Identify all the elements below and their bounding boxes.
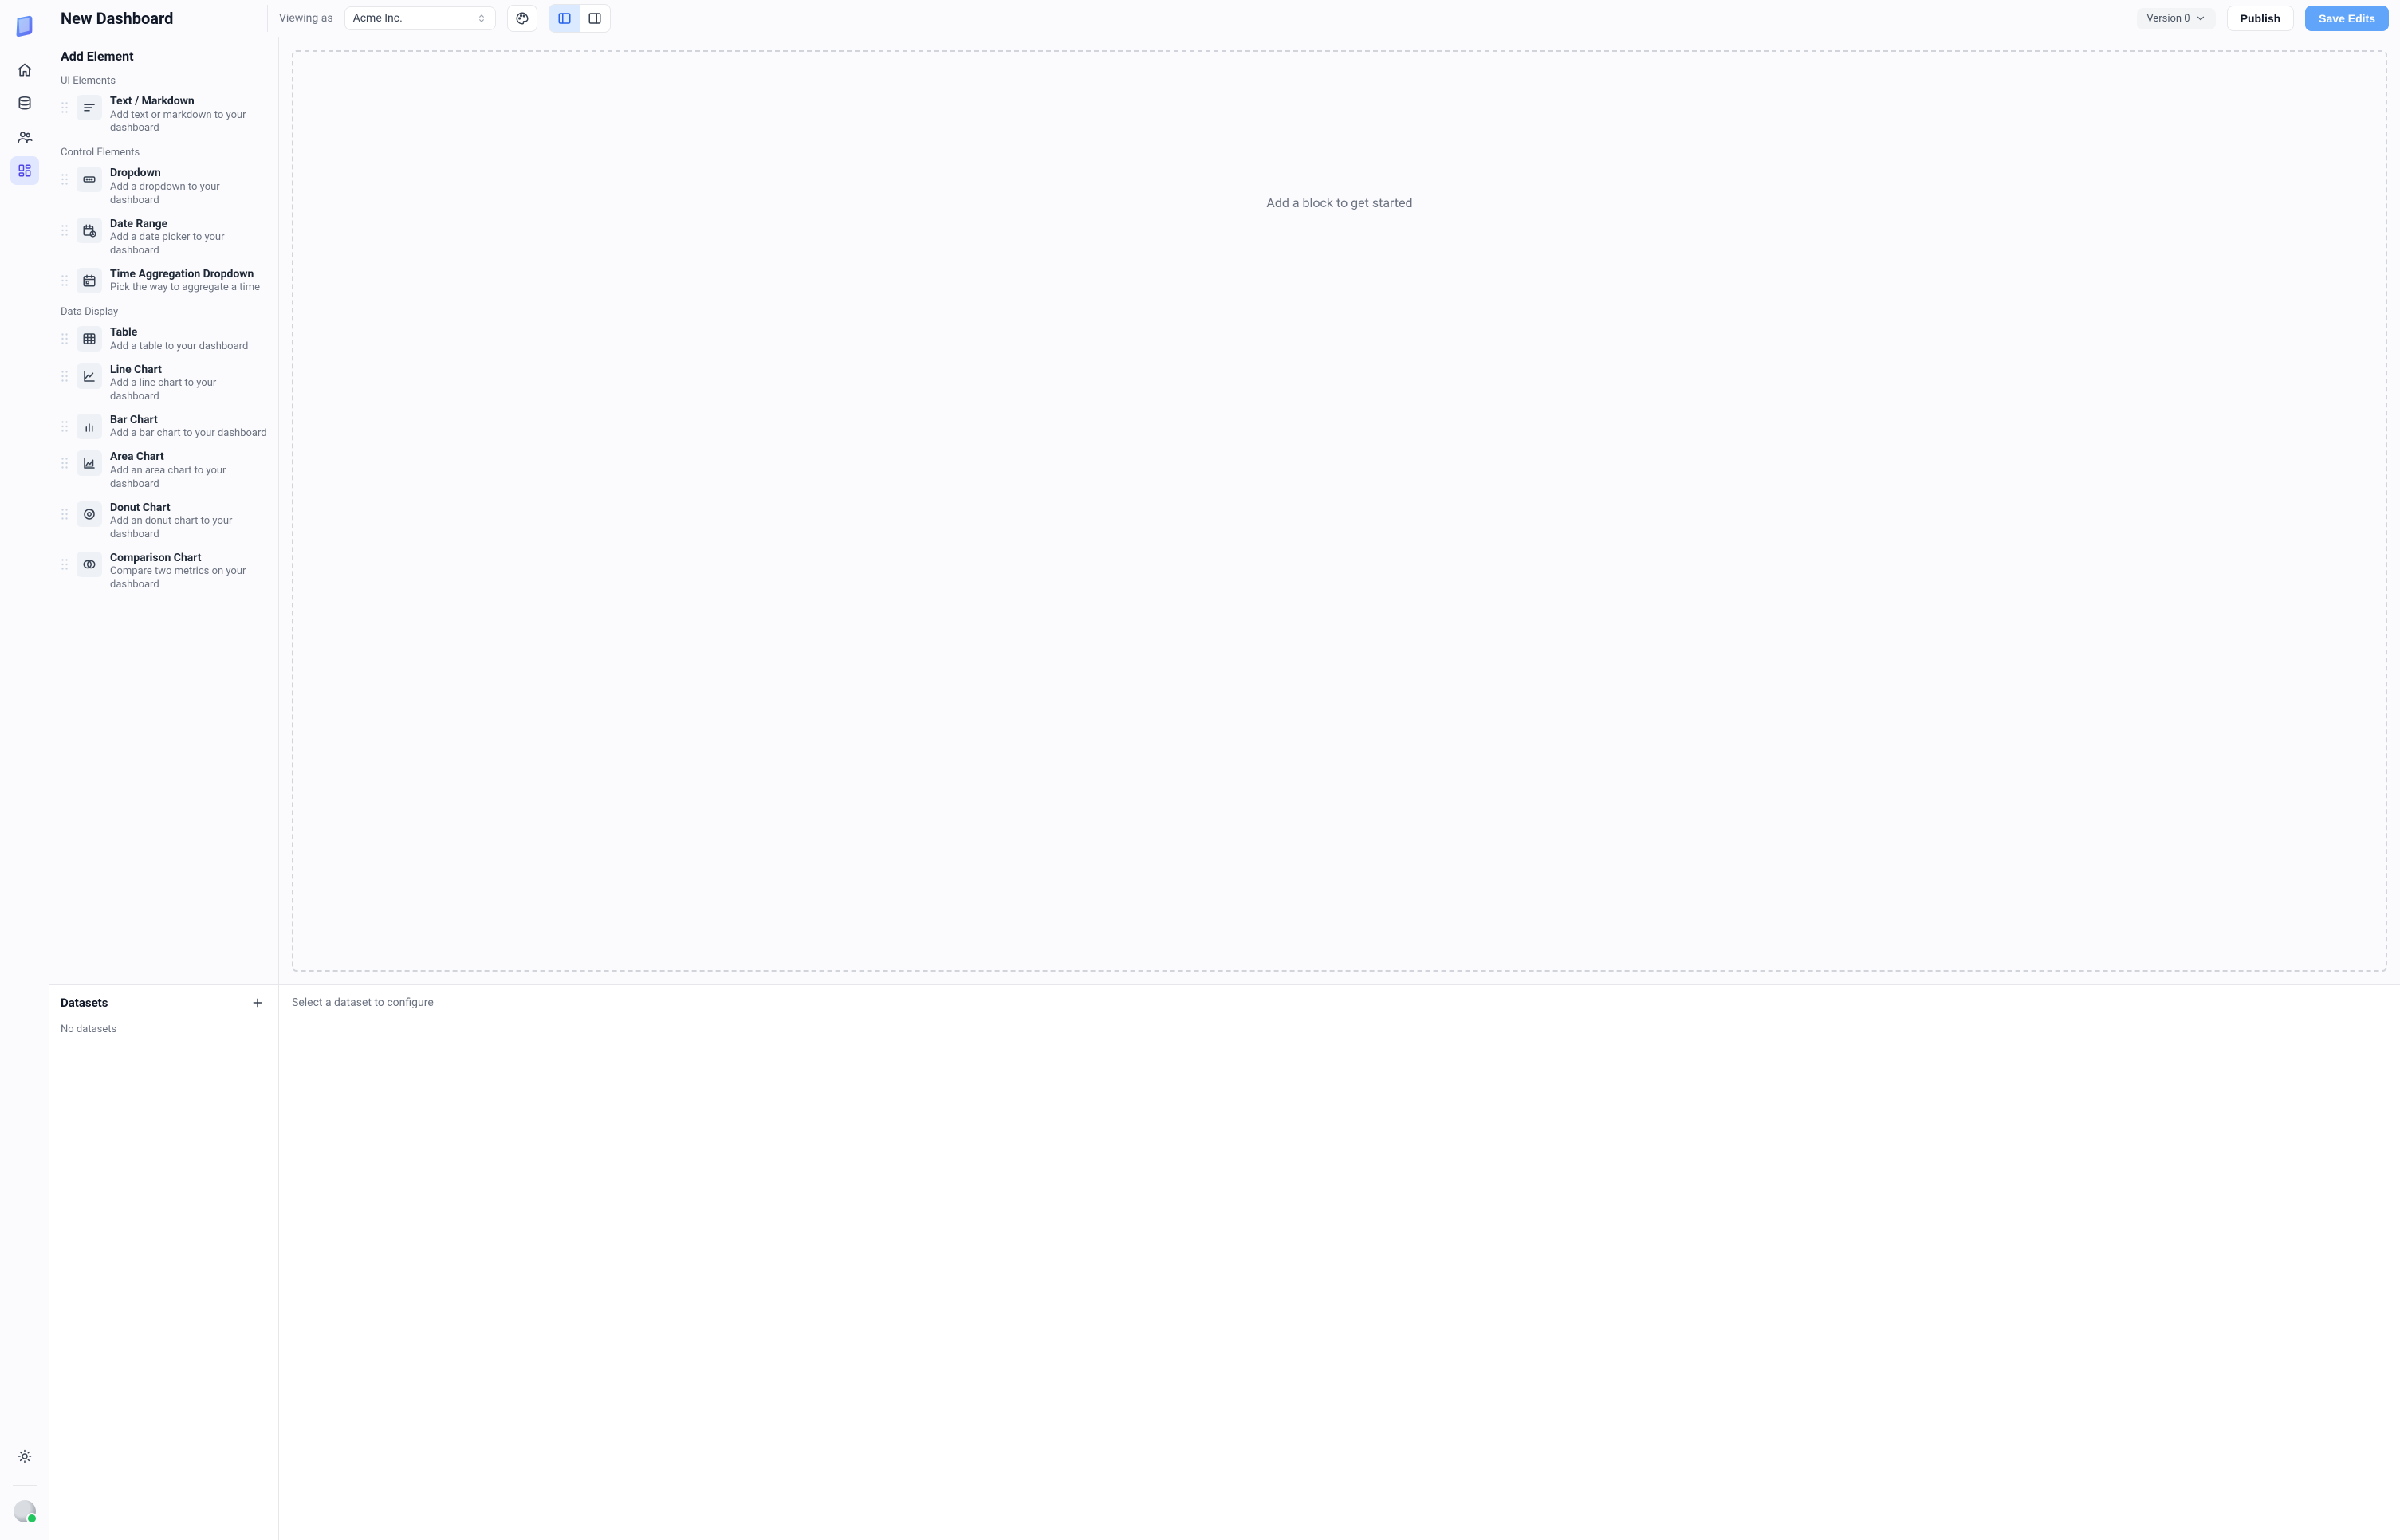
element-description: Add a line chart to your dashboard xyxy=(110,377,267,404)
dataset-config-area: Select a dataset to configure xyxy=(279,984,2400,1540)
org-select[interactable]: Acme Inc. xyxy=(344,6,496,30)
save-edits-button[interactable]: Save Edits xyxy=(2305,6,2389,31)
element-description: Add a dropdown to your dashboard xyxy=(110,181,267,208)
element-title: Date Range xyxy=(110,218,267,232)
element-title: Comparison Chart xyxy=(110,552,267,566)
dataset-config-placeholder: Select a dataset to configure xyxy=(292,996,434,1009)
add-element-title: Add Element xyxy=(49,37,278,69)
home-icon xyxy=(17,62,33,78)
drag-handle-icon[interactable] xyxy=(61,218,69,237)
chevron-down-icon xyxy=(2195,13,2206,24)
canvas-area: Add a block to get started Select a data… xyxy=(279,37,2400,1540)
version-label: Version 0 xyxy=(2146,13,2190,25)
datasets-title: Datasets xyxy=(61,996,108,1010)
sun-icon xyxy=(18,1449,32,1463)
palette-icon xyxy=(515,11,529,26)
layout-right-panel-button[interactable] xyxy=(580,5,610,32)
element-title: Donut Chart xyxy=(110,501,267,516)
nav-home[interactable] xyxy=(10,56,39,84)
element-title: Dropdown xyxy=(110,167,267,181)
comparison-chart-icon xyxy=(77,552,102,577)
panel-left-icon xyxy=(557,11,572,26)
drag-handle-icon[interactable] xyxy=(61,167,69,186)
drag-handle-icon[interactable] xyxy=(61,363,69,383)
element-donut[interactable]: Donut ChartAdd an donut chart to your da… xyxy=(54,497,273,547)
element-description: Add an donut chart to your dashboard xyxy=(110,515,267,542)
element-title: Bar Chart xyxy=(110,414,267,428)
drag-handle-icon[interactable] xyxy=(61,450,69,469)
element-group-label: Control Elements xyxy=(54,140,273,162)
element-daterange[interactable]: Date RangeAdd a date picker to your dash… xyxy=(54,213,273,263)
element-description: Add a date picker to your dashboard xyxy=(110,231,267,258)
element-area[interactable]: Area ChartAdd an area chart to your dash… xyxy=(54,446,273,496)
calendar-icon xyxy=(77,268,102,293)
dropdown-icon xyxy=(77,167,102,192)
element-text[interactable]: Text / MarkdownAdd text or markdown to y… xyxy=(54,90,273,140)
people-icon xyxy=(17,129,33,145)
drag-handle-icon[interactable] xyxy=(61,414,69,433)
app-logo xyxy=(13,14,37,38)
logo-icon xyxy=(13,14,37,38)
element-group-label: UI Elements xyxy=(54,69,273,90)
nav-people[interactable] xyxy=(10,123,39,151)
element-description: Add a bar chart to your dashboard xyxy=(110,427,267,441)
element-title: Text / Markdown xyxy=(110,95,267,109)
element-dropdown[interactable]: DropdownAdd a dropdown to your dashboard xyxy=(54,162,273,212)
topbar: New Dashboard Viewing as Acme Inc. xyxy=(49,0,2400,37)
user-avatar[interactable] xyxy=(14,1500,36,1522)
theme-customize-button[interactable] xyxy=(507,5,537,32)
calendar-clock-icon xyxy=(77,218,102,243)
nav-data[interactable] xyxy=(10,89,39,118)
drag-handle-icon[interactable] xyxy=(61,326,69,345)
dashboard-icon xyxy=(18,163,32,178)
datasets-empty-label: No datasets xyxy=(49,1020,278,1039)
element-timeagg[interactable]: Time Aggregation DropdownPick the way to… xyxy=(54,263,273,300)
canvas-dropzone[interactable]: Add a block to get started xyxy=(292,50,2387,972)
text-icon xyxy=(77,95,102,120)
element-description: Add a table to your dashboard xyxy=(110,340,248,354)
canvas-empty-message: Add a block to get started xyxy=(1266,195,1412,210)
layout-left-panel-button[interactable] xyxy=(549,5,580,32)
drag-handle-icon[interactable] xyxy=(61,552,69,571)
element-title: Line Chart xyxy=(110,363,267,378)
element-description: Add text or markdown to your dashboard xyxy=(110,109,267,136)
element-title: Time Aggregation Dropdown xyxy=(110,268,260,282)
element-description: Compare two metrics on your dashboard xyxy=(110,565,267,592)
element-bar[interactable]: Bar ChartAdd a bar chart to your dashboa… xyxy=(54,409,273,446)
add-element-panel: Add Element UI ElementsText / MarkdownAd… xyxy=(49,37,278,984)
add-dataset-button[interactable] xyxy=(248,993,267,1012)
element-table[interactable]: TableAdd a table to your dashboard xyxy=(54,321,273,358)
element-group-label: Data Display xyxy=(54,300,273,321)
datasets-panel: Datasets No datasets xyxy=(49,984,278,1540)
nav-rail xyxy=(0,0,49,1540)
drag-handle-icon[interactable] xyxy=(61,501,69,521)
element-comparison[interactable]: Comparison ChartCompare two metrics on y… xyxy=(54,547,273,597)
donut-chart-icon xyxy=(77,501,102,527)
table-icon xyxy=(77,326,102,352)
drag-handle-icon[interactable] xyxy=(61,95,69,114)
viewing-as-label: Viewing as xyxy=(279,12,333,25)
layout-mode-segment xyxy=(549,4,611,33)
area-chart-icon xyxy=(77,450,102,476)
panel-right-icon xyxy=(588,11,602,26)
drag-handle-icon[interactable] xyxy=(61,268,69,287)
org-selected-value: Acme Inc. xyxy=(353,12,403,25)
version-selector[interactable]: Version 0 xyxy=(2137,8,2215,29)
element-title: Area Chart xyxy=(110,450,267,465)
theme-toggle[interactable] xyxy=(10,1442,39,1471)
element-line[interactable]: Line ChartAdd a line chart to your dashb… xyxy=(54,359,273,409)
element-description: Pick the way to aggregate a time xyxy=(110,281,260,295)
database-icon xyxy=(17,96,33,112)
plus-icon xyxy=(251,996,264,1009)
bar-chart-icon xyxy=(77,414,102,439)
page-title: New Dashboard xyxy=(61,9,173,28)
select-chevrons-icon xyxy=(476,13,487,24)
nav-dashboards[interactable] xyxy=(10,156,39,185)
element-description: Add an area chart to your dashboard xyxy=(110,465,267,492)
publish-button[interactable]: Publish xyxy=(2227,6,2295,31)
left-panel: Add Element UI ElementsText / MarkdownAd… xyxy=(49,37,279,1540)
element-title: Table xyxy=(110,326,248,340)
line-chart-icon xyxy=(77,363,102,389)
